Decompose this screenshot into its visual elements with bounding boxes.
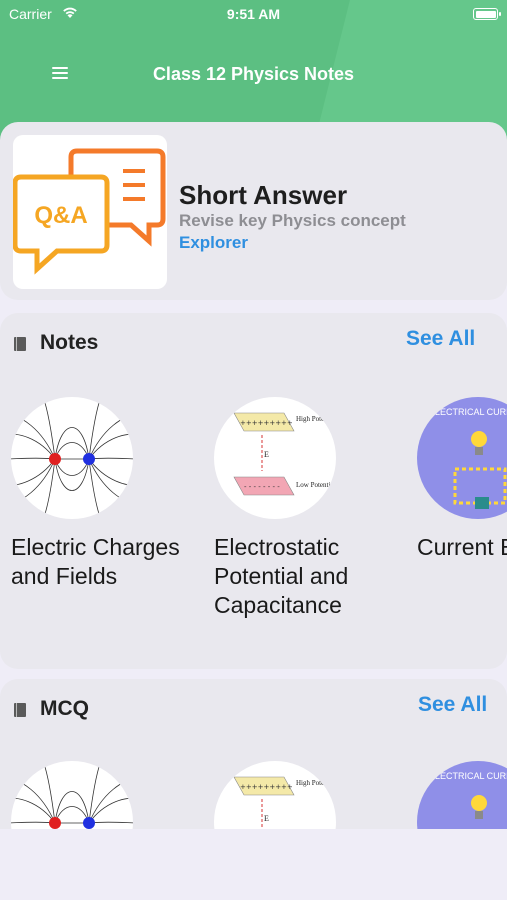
note-item-label: Current Electric xyxy=(417,534,507,560)
note-item-current-electricity[interactable]: ELECTRICAL CURRENT Current Electric xyxy=(417,397,507,627)
short-answer-card[interactable]: Q&A Short Answer Revise key Physics conc… xyxy=(0,122,507,300)
bottom-area xyxy=(0,829,507,900)
clock: 9:51 AM xyxy=(226,6,281,22)
short-answer-subtitle: Revise key Physics concept xyxy=(179,211,406,230)
page-title: Class 12 Physics Notes xyxy=(152,64,355,84)
book-icon xyxy=(14,703,26,717)
mcq-circuit-clip: ELECTRICAL CURRENT xyxy=(417,761,507,829)
svg-text:+++++++++: +++++++++ xyxy=(240,419,293,427)
high-potential-label: High Potential xyxy=(296,779,336,787)
battery-icon xyxy=(473,8,501,20)
high-potential-label: High Potential xyxy=(296,415,336,423)
notes-section: Notes See All Electric Charges and Field… xyxy=(0,313,507,669)
svg-text:+++++++++: +++++++++ xyxy=(240,783,293,791)
field-label: E xyxy=(264,814,269,823)
short-answer-title: Short Answer xyxy=(179,180,348,210)
note-item-electric-charges[interactable]: Electric Charges and Fields xyxy=(11,397,201,627)
qa-text: Q&A xyxy=(34,202,87,229)
explorer-link[interactable]: Explorer xyxy=(179,233,248,253)
svg-text:- - - - - - - -: - - - - - - - - xyxy=(244,483,280,491)
notes-see-all-button[interactable]: See All xyxy=(406,327,475,351)
status-bar: Carrier 9:51 AM xyxy=(0,0,507,28)
mcq-capacitor-plates-image[interactable]: +++++++++ High Potential E xyxy=(214,761,336,829)
notes-section-title: Notes xyxy=(40,331,99,354)
mcq-section: MCQ See All +++++++++ High Potential E E… xyxy=(0,679,507,829)
mcq-electric-field-image[interactable] xyxy=(11,761,133,829)
mcq-electric-circuit-image[interactable]: ELECTRICAL CURRENT xyxy=(417,761,507,829)
electric-circuit-image: ELECTRICAL CURRENT xyxy=(417,397,507,519)
note-item-electrostatic-potential[interactable]: +++++++++ High Potential E - - - - - - -… xyxy=(214,397,404,627)
electric-field-image xyxy=(11,397,133,519)
capacitor-plates-image: +++++++++ High Potential E - - - - - - -… xyxy=(214,397,336,519)
mcq-section-title: MCQ xyxy=(40,697,89,720)
electrical-current-label: ELECTRICAL CURRENT xyxy=(429,771,507,781)
qa-chat-icon: Q&A xyxy=(12,135,167,289)
electrical-current-label: ELECTRICAL CURRENT xyxy=(429,407,507,417)
note-item-label: Electrostatic Potential and Capacitance xyxy=(214,534,349,618)
note-item-label: Electric Charges and Fields xyxy=(11,534,180,589)
mcq-see-all-button[interactable]: See All xyxy=(418,693,487,717)
book-icon xyxy=(14,337,26,351)
low-potential-label: Low Potential xyxy=(296,481,336,489)
field-label: E xyxy=(264,450,269,459)
